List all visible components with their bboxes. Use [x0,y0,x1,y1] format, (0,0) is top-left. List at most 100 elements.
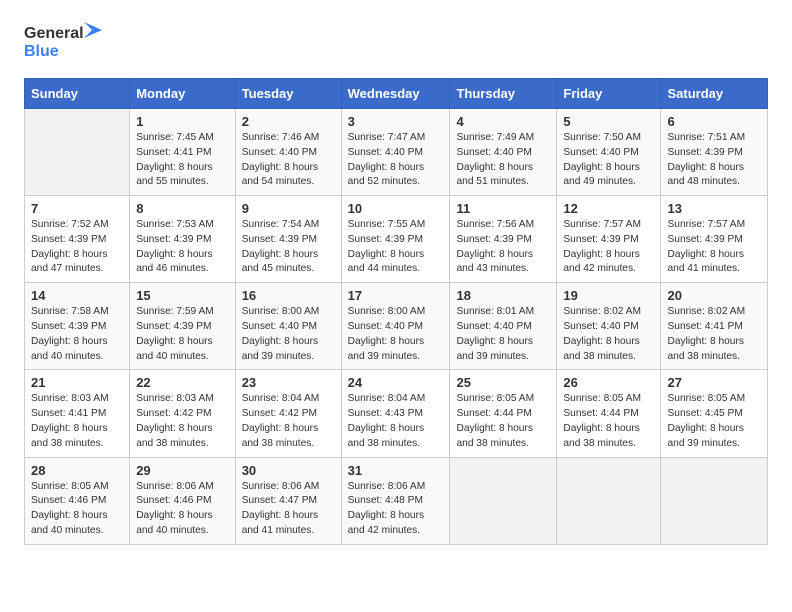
day-info: Sunrise: 7:58 AM Sunset: 4:39 PM Dayligh… [31,305,123,364]
calendar-cell: 15Sunrise: 7:59 AM Sunset: 4:39 PM Dayli… [130,283,236,370]
day-info: Sunrise: 8:06 AM Sunset: 4:47 PM Dayligh… [242,480,335,539]
calendar-cell: 24Sunrise: 8:04 AM Sunset: 4:43 PM Dayli… [341,370,450,457]
day-info: Sunrise: 7:53 AM Sunset: 4:39 PM Dayligh… [136,218,229,277]
day-number: 27 [667,375,761,390]
day-info: Sunrise: 7:59 AM Sunset: 4:39 PM Dayligh… [136,305,229,364]
day-info: Sunrise: 7:51 AM Sunset: 4:39 PM Dayligh… [667,131,761,190]
header-friday: Friday [557,79,661,109]
calendar-cell: 3 Sunrise: 7:47 AM Sunset: 4:40 PM Daylig… [341,109,450,196]
header-tuesday: Tuesday [235,79,341,109]
day-number: 4 [456,114,550,129]
day-number: 31 [348,463,444,478]
calendar-cell: 18 Sunrise: 8:01 AM Sunset: 4:40 PM Dayli… [450,283,557,370]
day-number: 30 [242,463,335,478]
day-info: Sunrise: 8:05 AM Sunset: 4:44 PM Dayligh… [456,392,550,451]
svg-text:General: General [24,25,84,42]
day-info: Sunrise: 7:46 AM Sunset: 4:40 PM Dayligh… [242,131,335,190]
header-saturday: Saturday [661,79,768,109]
day-number: 3 [348,114,444,129]
calendar-cell: 25 Sunrise: 8:05 AM Sunset: 4:44 PM Dayli… [450,370,557,457]
week-row-2: 7 Sunrise: 7:52 AM Sunset: 4:39 PM Daylig… [25,196,768,283]
day-number: 9 [242,201,335,216]
logo-svg: GeneralBlue [24,20,104,62]
week-row-4: 21 Sunrise: 8:03 AM Sunset: 4:41 PM Dayli… [25,370,768,457]
calendar-cell: 30 Sunrise: 8:06 AM Sunset: 4:47 PM Dayli… [235,457,341,544]
calendar-cell: 9Sunrise: 7:54 AM Sunset: 4:39 PM Daylig… [235,196,341,283]
day-number: 16 [242,288,335,303]
calendar-cell: 11Sunrise: 7:56 AM Sunset: 4:39 PM Dayli… [450,196,557,283]
day-info: Sunrise: 7:57 AM Sunset: 4:39 PM Dayligh… [667,218,761,277]
calendar-header: SundayMondayTuesdayWednesdayThursdayFrid… [25,79,768,109]
day-number: 17 [348,288,444,303]
calendar-cell: 13 Sunrise: 7:57 AM Sunset: 4:39 PM Dayli… [661,196,768,283]
day-number: 12 [563,201,654,216]
day-info: Sunrise: 7:50 AM Sunset: 4:40 PM Dayligh… [563,131,654,190]
header-thursday: Thursday [450,79,557,109]
logo: GeneralBlue [24,20,104,62]
day-number: 10 [348,201,444,216]
calendar-cell: 31 Sunrise: 8:06 AM Sunset: 4:48 PM Dayli… [341,457,450,544]
day-info: Sunrise: 8:05 AM Sunset: 4:46 PM Dayligh… [31,480,123,539]
calendar-cell: 20 Sunrise: 8:02 AM Sunset: 4:41 PM Dayli… [661,283,768,370]
calendar-cell: 6 Sunrise: 7:51 AM Sunset: 4:39 PM Daylig… [661,109,768,196]
day-info: Sunrise: 8:06 AM Sunset: 4:48 PM Dayligh… [348,480,444,539]
calendar-cell: 27 Sunrise: 8:05 AM Sunset: 4:45 PM Dayli… [661,370,768,457]
calendar-cell: 5Sunrise: 7:50 AM Sunset: 4:40 PM Daylig… [557,109,661,196]
header-sunday: Sunday [25,79,130,109]
day-info: Sunrise: 8:05 AM Sunset: 4:44 PM Dayligh… [563,392,654,451]
calendar-cell: 29Sunrise: 8:06 AM Sunset: 4:46 PM Dayli… [130,457,236,544]
day-number: 23 [242,375,335,390]
day-number: 11 [456,201,550,216]
calendar-cell: 26 Sunrise: 8:05 AM Sunset: 4:44 PM Dayli… [557,370,661,457]
calendar-cell: 1 Sunrise: 7:45 AM Sunset: 4:41 PM Daylig… [130,109,236,196]
calendar-cell [450,457,557,544]
day-number: 21 [31,375,123,390]
day-info: Sunrise: 8:02 AM Sunset: 4:41 PM Dayligh… [667,305,761,364]
day-info: Sunrise: 8:01 AM Sunset: 4:40 PM Dayligh… [456,305,550,364]
calendar-cell [661,457,768,544]
day-info: Sunrise: 7:47 AM Sunset: 4:40 PM Dayligh… [348,131,444,190]
calendar-cell: 8 Sunrise: 7:53 AM Sunset: 4:39 PM Daylig… [130,196,236,283]
week-row-5: 28Sunrise: 8:05 AM Sunset: 4:46 PM Dayli… [25,457,768,544]
day-number: 13 [667,201,761,216]
week-row-1: 1 Sunrise: 7:45 AM Sunset: 4:41 PM Daylig… [25,109,768,196]
day-number: 1 [136,114,229,129]
day-number: 7 [31,201,123,216]
day-info: Sunrise: 8:00 AM Sunset: 4:40 PM Dayligh… [348,305,444,364]
day-number: 26 [563,375,654,390]
day-number: 14 [31,288,123,303]
day-number: 20 [667,288,761,303]
page-header: GeneralBlue [24,20,768,62]
day-number: 8 [136,201,229,216]
svg-text:Blue: Blue [24,43,59,60]
day-number: 19 [563,288,654,303]
day-number: 18 [456,288,550,303]
day-number: 2 [242,114,335,129]
day-info: Sunrise: 8:05 AM Sunset: 4:45 PM Dayligh… [667,392,761,451]
calendar-cell: 2 Sunrise: 7:46 AM Sunset: 4:40 PM Daylig… [235,109,341,196]
calendar-cell [25,109,130,196]
calendar-cell [557,457,661,544]
calendar-cell: 7 Sunrise: 7:52 AM Sunset: 4:39 PM Daylig… [25,196,130,283]
day-number: 6 [667,114,761,129]
calendar-cell: 22Sunrise: 8:03 AM Sunset: 4:42 PM Dayli… [130,370,236,457]
calendar-cell: 23 Sunrise: 8:04 AM Sunset: 4:42 PM Dayli… [235,370,341,457]
day-number: 24 [348,375,444,390]
day-info: Sunrise: 7:55 AM Sunset: 4:39 PM Dayligh… [348,218,444,277]
day-info: Sunrise: 8:04 AM Sunset: 4:42 PM Dayligh… [242,392,335,451]
day-info: Sunrise: 8:06 AM Sunset: 4:46 PM Dayligh… [136,480,229,539]
calendar-table: SundayMondayTuesdayWednesdayThursdayFrid… [24,78,768,545]
day-number: 25 [456,375,550,390]
header-monday: Monday [130,79,236,109]
day-number: 22 [136,375,229,390]
day-info: Sunrise: 7:52 AM Sunset: 4:39 PM Dayligh… [31,218,123,277]
calendar-cell: 14 Sunrise: 7:58 AM Sunset: 4:39 PM Dayli… [25,283,130,370]
calendar-cell: 19Sunrise: 8:02 AM Sunset: 4:40 PM Dayli… [557,283,661,370]
calendar-cell: 10 Sunrise: 7:55 AM Sunset: 4:39 PM Dayli… [341,196,450,283]
week-row-3: 14 Sunrise: 7:58 AM Sunset: 4:39 PM Dayli… [25,283,768,370]
day-info: Sunrise: 8:03 AM Sunset: 4:41 PM Dayligh… [31,392,123,451]
day-info: Sunrise: 7:49 AM Sunset: 4:40 PM Dayligh… [456,131,550,190]
day-info: Sunrise: 7:45 AM Sunset: 4:41 PM Dayligh… [136,131,229,190]
calendar-cell: 21 Sunrise: 8:03 AM Sunset: 4:41 PM Dayli… [25,370,130,457]
calendar-cell: 16Sunrise: 8:00 AM Sunset: 4:40 PM Dayli… [235,283,341,370]
